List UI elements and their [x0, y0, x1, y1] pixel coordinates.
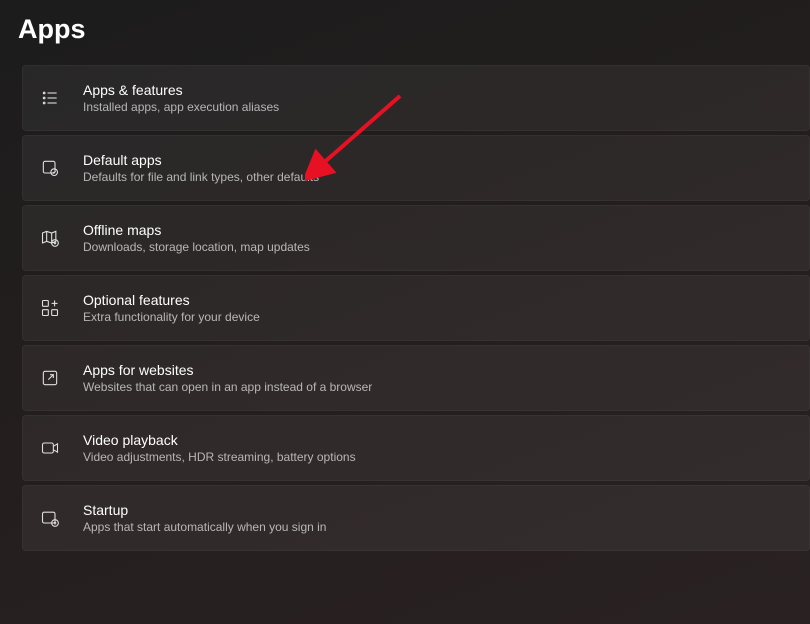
page-title: Apps	[0, 0, 810, 65]
item-title: Startup	[83, 502, 326, 518]
item-video-playback[interactable]: Video playback Video adjustments, HDR st…	[22, 415, 810, 481]
startup-icon	[39, 507, 61, 529]
add-app-icon	[39, 297, 61, 319]
item-title: Apps for websites	[83, 362, 372, 378]
item-subtitle: Downloads, storage location, map updates	[83, 240, 310, 254]
item-subtitle: Apps that start automatically when you s…	[83, 520, 326, 534]
item-title: Apps & features	[83, 82, 279, 98]
item-title: Default apps	[83, 152, 319, 168]
item-title: Optional features	[83, 292, 260, 308]
item-apps-for-websites[interactable]: Apps for websites Websites that can open…	[22, 345, 810, 411]
item-subtitle: Extra functionality for your device	[83, 310, 260, 324]
item-default-apps[interactable]: Default apps Defaults for file and link …	[22, 135, 810, 201]
item-offline-maps[interactable]: Offline maps Downloads, storage location…	[22, 205, 810, 271]
list-icon	[39, 87, 61, 109]
video-icon	[39, 437, 61, 459]
item-optional-features[interactable]: Optional features Extra functionality fo…	[22, 275, 810, 341]
item-apps-features[interactable]: Apps & features Installed apps, app exec…	[22, 65, 810, 131]
item-subtitle: Installed apps, app execution aliases	[83, 100, 279, 114]
map-download-icon	[39, 227, 61, 249]
item-startup[interactable]: Startup Apps that start automatically wh…	[22, 485, 810, 551]
external-link-icon	[39, 367, 61, 389]
item-subtitle: Websites that can open in an app instead…	[83, 380, 372, 394]
settings-list: Apps & features Installed apps, app exec…	[0, 65, 810, 551]
default-app-icon	[39, 157, 61, 179]
item-subtitle: Video adjustments, HDR streaming, batter…	[83, 450, 356, 464]
item-title: Video playback	[83, 432, 356, 448]
item-subtitle: Defaults for file and link types, other …	[83, 170, 319, 184]
item-title: Offline maps	[83, 222, 310, 238]
